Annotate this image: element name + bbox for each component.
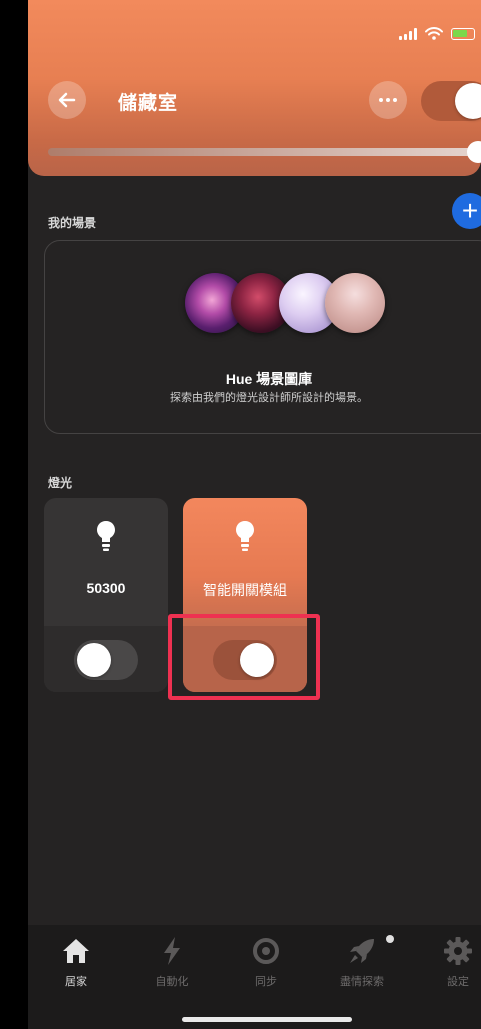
nav-automation[interactable]: 自動化 [132, 933, 212, 989]
nav-explore[interactable]: 盡情探索 [322, 933, 402, 989]
dot-icon [386, 98, 390, 102]
back-arrow-icon [58, 92, 76, 108]
dot-icon [393, 98, 397, 102]
rocket-icon [350, 939, 374, 963]
room-power-toggle[interactable] [421, 81, 481, 121]
lightning-icon [164, 937, 180, 965]
gear-icon [444, 937, 472, 965]
nav-label: 居家 [65, 976, 87, 988]
light-card-footer [183, 626, 307, 692]
scene-gallery-subtitle: 探索由我們的燈光設計師所設計的場景。 [170, 392, 368, 404]
room-title: 儲藏室 [118, 93, 179, 114]
back-button[interactable] [48, 81, 86, 119]
dot-icon [379, 98, 383, 102]
cellular-signal-icon [399, 27, 417, 40]
status-bar [399, 27, 475, 40]
sync-icon [253, 938, 279, 964]
add-scene-button[interactable]: + [452, 193, 481, 229]
nav-label: 同步 [255, 976, 277, 988]
scenes-section-label: 我的場景 [48, 216, 97, 230]
light-name: 50300 [86, 580, 126, 596]
light-card[interactable]: 50300 [44, 498, 168, 692]
nav-settings[interactable]: 設定 [418, 933, 481, 989]
toggle-knob [77, 643, 111, 677]
bottom-navigation: 居家 自動化 同步 盡情探索 設定 [28, 925, 481, 1029]
light-power-toggle[interactable] [213, 640, 277, 680]
plus-icon: + [461, 195, 479, 226]
nav-home[interactable]: 居家 [36, 933, 116, 989]
nav-label: 自動化 [155, 976, 189, 988]
brightness-slider[interactable] [48, 148, 481, 156]
light-card[interactable]: 智能開關模組 [183, 498, 307, 692]
app-screen: 儲藏室 我的場景 + Hue 場景圖庫 探索由我們的燈光設計師所設計的場景。 燈… [28, 0, 481, 1029]
home-icon [63, 939, 89, 963]
home-indicator [182, 1017, 352, 1022]
light-card-footer [44, 626, 168, 692]
light-bulb-icon [97, 521, 115, 551]
nav-label: 盡情探索 [340, 976, 384, 988]
brightness-slider-handle[interactable] [467, 141, 481, 163]
wifi-icon [425, 27, 443, 40]
notification-dot [386, 935, 394, 943]
more-options-button[interactable] [369, 81, 407, 119]
light-power-toggle[interactable] [74, 640, 138, 680]
light-name: 智能開關模組 [203, 582, 287, 598]
scene-gallery-title: Hue 場景圖庫 [225, 371, 313, 387]
nav-sync[interactable]: 同步 [226, 933, 306, 989]
light-bulb-icon [236, 521, 254, 551]
lights-section-label: 燈光 [48, 476, 73, 490]
nav-label: 設定 [447, 976, 469, 988]
toggle-knob [455, 83, 481, 119]
scene-gallery-card[interactable]: Hue 場景圖庫 探索由我們的燈光設計師所設計的場景。 [44, 240, 481, 434]
toggle-knob [240, 643, 274, 677]
room-header: 儲藏室 [28, 0, 481, 176]
battery-icon [451, 27, 475, 40]
scene-previews [165, 273, 385, 335]
scene-preview-image [325, 273, 385, 333]
